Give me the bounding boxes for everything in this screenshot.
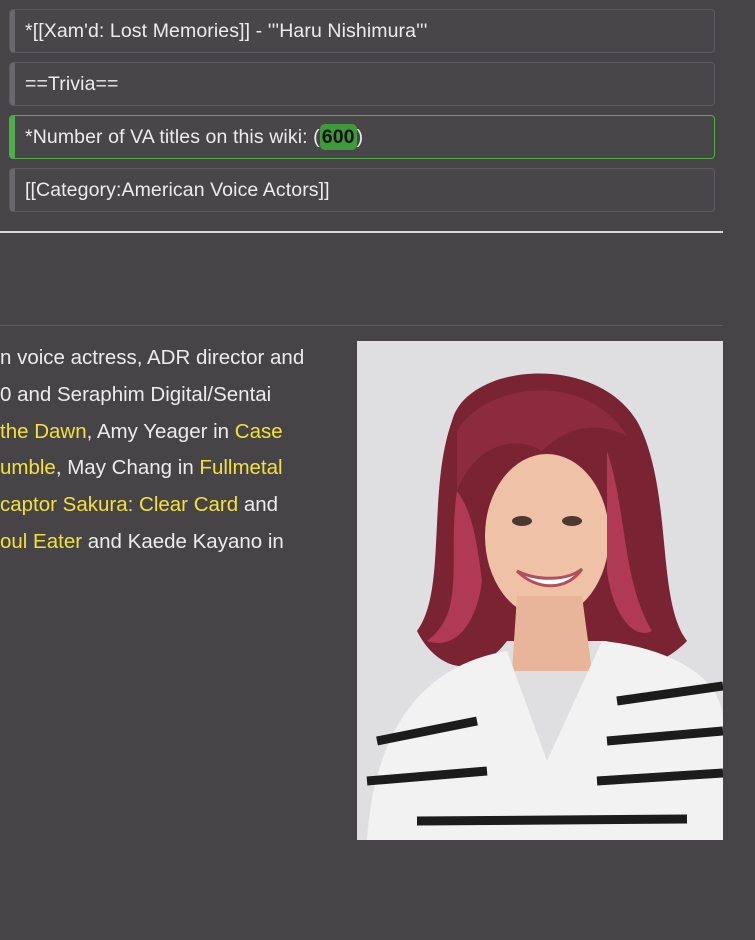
diff-context-line: ==Trivia== [9,62,715,106]
diff-line-text: ==Trivia== [25,72,119,95]
article-line: the Dawn, Amy Yeager in Case [0,419,283,443]
portrait-photo[interactable] [357,341,723,840]
diff-divider [0,231,723,233]
article-line: captor Sakura: Clear Card and [0,493,279,517]
article-intro: n voice actress, ADR director and 0 and … [0,340,340,561]
series-link[interactable]: Fullmetal [199,456,282,479]
inserted-number-highlight: 600 [319,123,357,151]
diff-line-text: *[[Xam'd: Lost Memories]] - '''Haru Nish… [25,19,428,42]
portrait-image [357,341,723,840]
article-line: umble, May Chang in Fullmetal [0,456,283,480]
article-line: 0 and Seraphim Digital/Sentai [0,382,272,406]
diff-added-line: *Number of VA titles on this wiki: (600) [9,115,715,159]
series-link[interactable]: Case [235,420,283,443]
series-link[interactable]: umble [0,456,56,479]
diff-context-line: *[[Xam'd: Lost Memories]] - '''Haru Nish… [9,9,715,53]
series-link[interactable]: captor Sakura: Clear Card [0,493,238,516]
diff-line-suffix: ) [356,125,364,148]
series-link[interactable]: the Dawn [0,420,87,443]
diff-page: *[[Xam'd: Lost Memories]] - '''Haru Nish… [0,0,755,940]
diff-line-prefix: *Number of VA titles on this wiki: ( [25,125,320,148]
diff-context-line: [[Category:American Voice Actors]] [9,168,715,212]
series-link[interactable]: oul Eater [0,530,82,553]
article-line: n voice actress, ADR director and [0,346,305,369]
diff-line-text: *Number of VA titles on this wiki: (600) [15,123,364,151]
article-line: oul Eater and Kaede Kayano in [0,529,284,553]
section-divider [0,325,723,326]
diff-line-text: [[Category:American Voice Actors]] [25,178,330,201]
